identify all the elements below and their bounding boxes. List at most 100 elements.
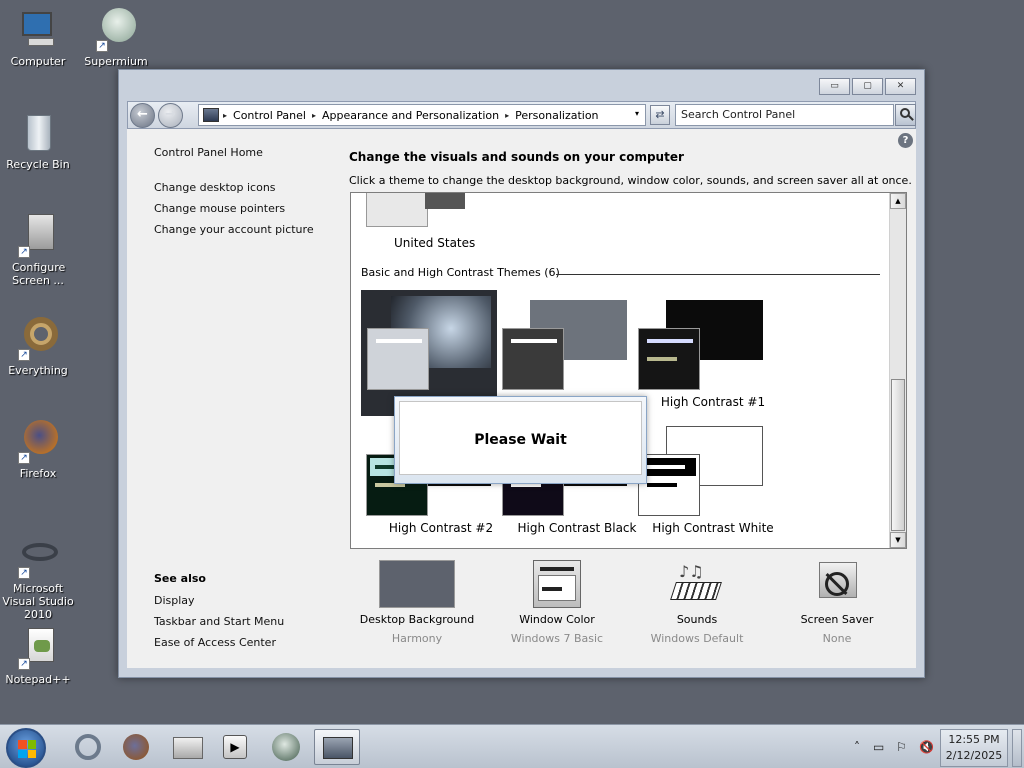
theme-label[interactable]: High Contrast White bbox=[638, 521, 788, 535]
breadcrumb-separator-icon[interactable]: ▸ bbox=[505, 111, 509, 120]
desktop-icon-label: Supermium bbox=[84, 55, 148, 68]
window-color-option[interactable]: Window Color Windows 7 Basic bbox=[487, 560, 627, 645]
taskbar-internet-explorer[interactable] bbox=[70, 729, 106, 765]
screen-saver-option[interactable]: Screen Saver None bbox=[767, 560, 907, 645]
taskbar-file-explorer[interactable] bbox=[170, 729, 206, 765]
desktop-icon-label: Computer bbox=[10, 55, 66, 68]
option-name[interactable]: Screen Saver bbox=[767, 613, 907, 626]
clock[interactable]: 12:55 PM 2/12/2025 bbox=[940, 729, 1008, 767]
clock-time: 12:55 PM bbox=[948, 733, 1000, 746]
scroll-down-icon[interactable]: ▼ bbox=[890, 532, 906, 548]
option-name[interactable]: Sounds bbox=[627, 613, 767, 626]
theme-list-scrollbar[interactable]: ▲ ▼ bbox=[889, 193, 906, 548]
desktop-icon-supermium[interactable]: ↗ Supermium bbox=[78, 8, 154, 68]
display-link[interactable]: Display bbox=[154, 594, 195, 607]
desktop-icon-computer[interactable]: Computer bbox=[0, 8, 76, 68]
shortcut-arrow-icon: ↗ bbox=[18, 246, 30, 258]
search-button[interactable] bbox=[895, 104, 916, 126]
taskbar: ▶ ˄ ▭ ⚐ 🔇 12:55 PM 2/12/2025 bbox=[0, 724, 1024, 768]
personalization-window: ▭ ▢ ✕ ← → ▸ Control Panel ▸ Appearance a… bbox=[118, 69, 925, 678]
window-color-icon bbox=[533, 560, 581, 608]
close-button[interactable]: ✕ bbox=[885, 78, 916, 95]
change-account-picture-link[interactable]: Change your account picture bbox=[154, 223, 314, 236]
minimize-button[interactable]: ▭ bbox=[819, 78, 850, 95]
breadcrumb-separator-icon[interactable]: ▸ bbox=[312, 111, 316, 120]
group-divider bbox=[556, 274, 880, 275]
window-controls: ▭ ▢ ✕ bbox=[819, 78, 916, 95]
taskbar-supermium[interactable] bbox=[268, 729, 304, 765]
control-panel-icon bbox=[323, 737, 353, 759]
desktop-icon-label: Configure Screen ... bbox=[12, 261, 66, 287]
sounds-option[interactable]: ♪♫ Sounds Windows Default bbox=[627, 560, 767, 645]
recycle-bin-icon bbox=[16, 111, 60, 155]
option-value: Windows Default bbox=[650, 632, 744, 645]
theme-list[interactable]: United States Basic and High Contrast Th… bbox=[350, 192, 907, 549]
change-desktop-icons-link[interactable]: Change desktop icons bbox=[154, 181, 276, 194]
page-subtitle: Click a theme to change the desktop back… bbox=[349, 174, 912, 187]
change-mouse-pointers-link[interactable]: Change mouse pointers bbox=[154, 202, 285, 215]
breadcrumb-personalization[interactable]: Personalization bbox=[515, 109, 598, 122]
maximize-button[interactable]: ▢ bbox=[852, 78, 883, 95]
page-title: Change the visuals and sounds on your co… bbox=[349, 150, 684, 164]
search-input[interactable]: Search Control Panel bbox=[675, 104, 894, 126]
breadcrumb-appearance[interactable]: Appearance and Personalization bbox=[322, 109, 499, 122]
internet-explorer-icon bbox=[75, 734, 101, 760]
back-button[interactable]: ← bbox=[130, 103, 155, 128]
theme-thumbnail-united-states[interactable] bbox=[366, 193, 428, 227]
desktop-icon-firefox[interactable]: ↗ Firefox bbox=[0, 420, 76, 480]
supermium-icon bbox=[272, 733, 300, 761]
desktop-icon-label: Microsoft Visual Studio 2010 bbox=[2, 582, 74, 621]
notepad-plus-icon: ↗ bbox=[16, 626, 60, 670]
desktop-background-thumbnail bbox=[379, 560, 455, 608]
desktop-icon-label: Notepad++ bbox=[5, 673, 71, 686]
desktop-icon-configure-screen[interactable]: ↗ Configure Screen ... bbox=[0, 214, 76, 287]
group-header: Basic and High Contrast Themes (6) bbox=[361, 266, 560, 279]
visual-studio-icon: ↗ bbox=[16, 535, 60, 579]
theme-label[interactable]: High Contrast #1 bbox=[638, 395, 788, 409]
show-desktop-button[interactable] bbox=[1012, 729, 1022, 767]
shortcut-arrow-icon: ↗ bbox=[18, 349, 30, 361]
taskbar-firefox[interactable] bbox=[118, 729, 154, 765]
sounds-icon: ♪♫ bbox=[670, 560, 723, 608]
desktop-background-option[interactable]: Desktop Background Harmony bbox=[347, 560, 487, 645]
network-icon[interactable]: ▭ bbox=[873, 740, 884, 754]
desktop-icon-everything[interactable]: ↗ Everything bbox=[0, 317, 76, 377]
theme-label[interactable]: High Contrast Black bbox=[502, 521, 652, 535]
scroll-thumb[interactable] bbox=[891, 379, 905, 531]
taskbar-media-player[interactable]: ▶ bbox=[218, 729, 254, 765]
scroll-up-icon[interactable]: ▲ bbox=[890, 193, 906, 209]
supermium-icon: ↗ bbox=[94, 8, 138, 52]
forward-button[interactable]: → bbox=[158, 103, 183, 128]
see-also-heading: See also bbox=[154, 572, 206, 585]
theme-label[interactable]: United States bbox=[394, 236, 475, 250]
address-dropdown-icon[interactable]: ▾ bbox=[635, 109, 639, 118]
desktop-icon-visual-studio[interactable]: ↗ Microsoft Visual Studio 2010 bbox=[0, 535, 76, 621]
volume-muted-icon[interactable]: 🔇 bbox=[919, 740, 934, 754]
shortcut-arrow-icon: ↗ bbox=[96, 40, 108, 52]
desktop-icon-label: Everything bbox=[8, 364, 68, 377]
shortcut-arrow-icon: ↗ bbox=[18, 567, 30, 579]
refresh-button[interactable]: ⇄ bbox=[650, 105, 670, 125]
control-panel-home-link[interactable]: Control Panel Home bbox=[154, 146, 263, 159]
clock-date: 2/12/2025 bbox=[945, 749, 1003, 762]
action-center-flag-icon[interactable]: ⚐ bbox=[896, 740, 907, 754]
breadcrumb-control-panel[interactable]: Control Panel bbox=[233, 109, 306, 122]
option-name[interactable]: Window Color bbox=[487, 613, 627, 626]
show-hidden-icons-button[interactable]: ˄ bbox=[854, 740, 860, 754]
ease-of-access-link[interactable]: Ease of Access Center bbox=[154, 636, 276, 649]
option-value: Windows 7 Basic bbox=[510, 632, 604, 645]
everything-icon: ↗ bbox=[16, 317, 60, 361]
breadcrumb-separator-icon[interactable]: ▸ bbox=[223, 111, 227, 120]
firefox-icon bbox=[123, 734, 149, 760]
windows-logo-icon bbox=[18, 740, 36, 758]
start-button[interactable] bbox=[6, 728, 46, 768]
option-name[interactable]: Desktop Background bbox=[347, 613, 487, 626]
desktop-icon-recycle-bin[interactable]: Recycle Bin bbox=[0, 111, 76, 171]
theme-label[interactable]: High Contrast #2 bbox=[366, 521, 516, 535]
content-area: ? Control Panel Home Change desktop icon… bbox=[127, 129, 916, 668]
help-icon[interactable]: ? bbox=[898, 133, 913, 148]
taskbar-start-menu-link[interactable]: Taskbar and Start Menu bbox=[154, 615, 284, 628]
taskbar-control-panel[interactable] bbox=[314, 729, 360, 765]
address-bar[interactable]: ▸ Control Panel ▸ Appearance and Persona… bbox=[198, 104, 646, 126]
desktop-icon-notepad-plus[interactable]: ↗ Notepad++ bbox=[0, 626, 76, 686]
